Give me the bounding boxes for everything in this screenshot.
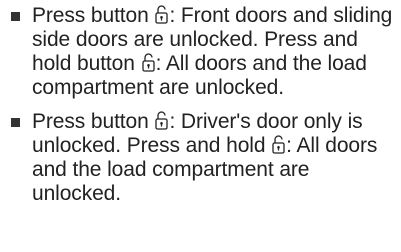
list-item: Press button : Front doors and sliding s… (10, 4, 398, 100)
square-bullet-icon (11, 12, 20, 21)
unlock-icon (155, 5, 169, 24)
instruction-text-start: Press button (32, 110, 155, 133)
unlock-icon (141, 53, 155, 72)
list-item: Press button : Driver's door only is unl… (10, 110, 398, 206)
square-bullet-icon (11, 118, 20, 127)
unlock-icon (155, 111, 169, 130)
instruction-text-start: Press button (32, 4, 155, 27)
unlock-icon (272, 135, 285, 154)
instruction-list: Press button : Front doors and sliding s… (10, 4, 398, 206)
